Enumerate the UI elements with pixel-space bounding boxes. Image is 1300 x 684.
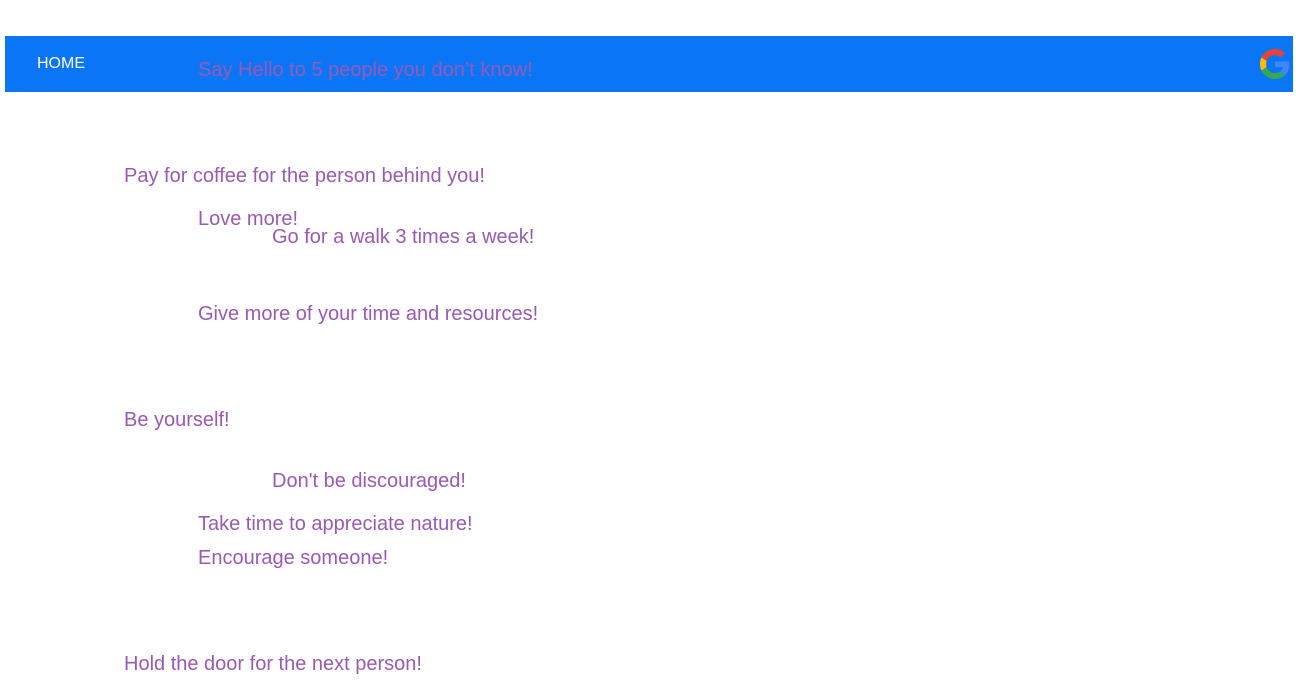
message-item: Take time to appreciate nature! bbox=[198, 513, 473, 535]
message-item: Hold the door for the next person! bbox=[124, 653, 422, 675]
message-item: Give more of your time and resources! bbox=[198, 303, 539, 325]
home-link[interactable]: HOME bbox=[37, 54, 85, 74]
message-item: Be yourself! bbox=[124, 409, 230, 431]
message-item: Encourage someone! bbox=[198, 547, 389, 569]
google-g-icon[interactable] bbox=[1260, 49, 1290, 79]
page: HOME Say Hello to 5 people you don’t kno… bbox=[0, 0, 1300, 684]
message-item: Go for a walk 3 times a week! bbox=[272, 226, 535, 248]
message-item: Say Hello to 5 people you don’t know! bbox=[198, 59, 533, 81]
message-item: Pay for coffee for the person behind you… bbox=[124, 165, 485, 187]
message-item: Don't be discouraged! bbox=[272, 470, 466, 492]
